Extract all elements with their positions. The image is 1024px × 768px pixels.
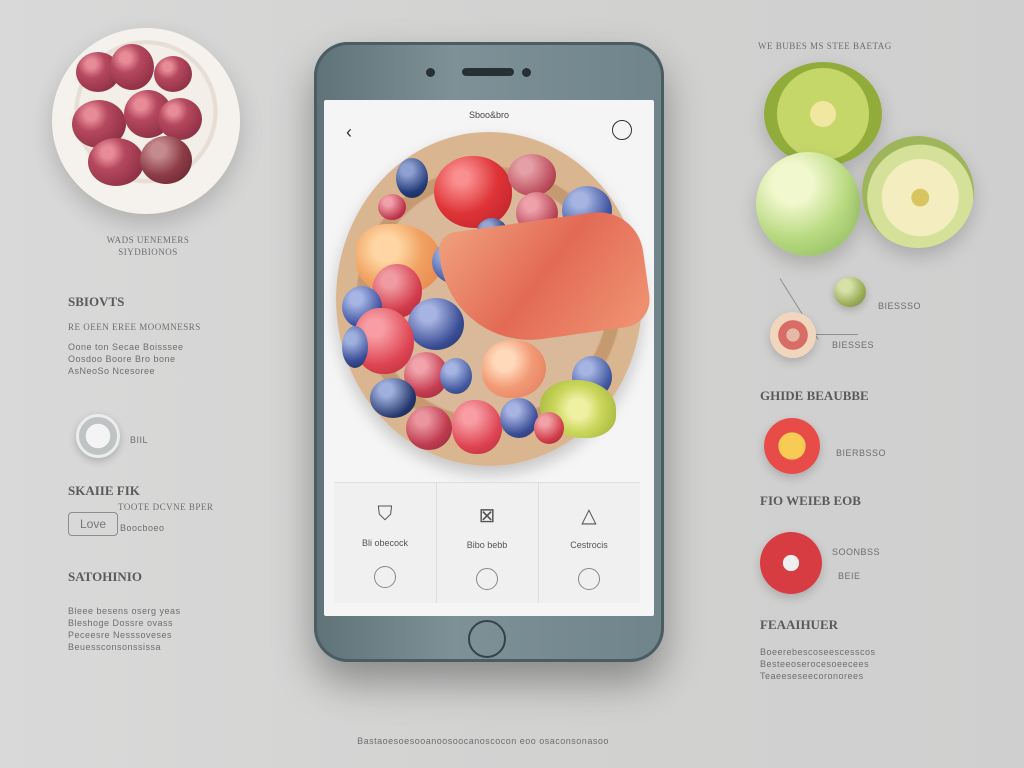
camera-icon [522,68,531,77]
fruit-label-1: BIESSSO [878,301,922,311]
orb-label-1: BIERBSSO [836,448,887,458]
screen-title: Sboo&bro [468,110,510,120]
circle-icon [578,568,600,590]
orb-label-2: SOONBSS [832,547,881,557]
bottom-action-label: Bibo bebb [466,540,508,550]
left-section-heading-3: SATOHINIO [68,569,142,584]
settings-icon[interactable] [612,120,632,140]
green-apple-image [756,152,860,256]
right-top-label: WE BUBES MS STEE BAETAG [758,41,892,51]
left-section-heading: SBIOVTS [68,294,125,309]
left-section-body-3: Bleee besens oserg yeas Bleshoge Dossre … [68,606,181,652]
right-section-body: Boeerebescoseescesscos Besteeoserocesoee… [760,647,876,681]
cut-fruit-image [862,136,974,248]
right-section-heading-2: FIO WEIEB EOB [760,493,861,508]
kiwi-image [764,62,882,166]
speaker-grille [462,68,514,76]
citrus-orb-image [764,418,820,474]
bottom-action-panel: ⛉ Bli obecock ⊠ Bibo bebb △ Cestrocis [334,482,640,603]
back-icon[interactable]: ‹ [346,122,352,143]
orb-sub-label: BEIE [838,571,861,581]
left-section-heading-2: SKAIIE FIK [68,483,140,498]
fruit-plate-image [336,132,654,466]
triangle-icon: △ [581,505,597,527]
phone-mockup: Sboo&bro ‹ ⛉ Bli obecock ⊠ Bibo bebb △ C… [314,42,664,662]
bottom-action-label: Cestrocis [570,540,608,550]
circle-icon [374,566,396,588]
home-button[interactable] [468,620,506,658]
small-fruit-image [834,277,866,307]
circle-icon [476,568,498,590]
footer-caption: Bastaoesoesooanoosoocanoscocon eoo osaco… [357,736,609,746]
bottom-action-3[interactable]: △ Cestrocis [538,483,640,603]
left-section-subheading: RE OEEN EREE MOOMNESRS [68,322,201,332]
fruit-bowl-image [52,28,240,214]
bowl-caption: WADS UENEMERS SIYDBIONOS [106,235,190,257]
shield-icon: ⛉ [377,503,393,525]
bottom-action-1[interactable]: ⛉ Bli obecock [334,483,437,603]
bottom-action-label: Bli obecock [361,538,409,548]
bottom-action-2[interactable]: ⊠ Bibo bebb [436,483,539,603]
camera-icon [426,68,435,77]
love-logo: Love [68,512,118,536]
fruit-label-2: BIESSES [832,340,875,350]
red-orb-image [760,532,822,594]
left-section-body: Oone ton Secae Boisssee Oosdoo Boore Bro… [68,342,184,376]
left-section-subheading-2: TOOTE DCVNE BPER [118,502,214,512]
right-section-heading-3: FEAAIHUER [760,617,839,632]
fig-image [770,312,816,358]
image-icon: ⊠ [478,505,496,527]
logo-side-text: Boocboeo [120,523,165,533]
phone-screen: Sboo&bro ‹ ⛉ Bli obecock ⊠ Bibo bebb △ C… [324,100,654,616]
right-section-heading: GHIDE BEAUBBE [760,388,869,403]
toggle-button[interactable] [76,414,120,458]
toggle-label: BIIL [130,435,149,445]
